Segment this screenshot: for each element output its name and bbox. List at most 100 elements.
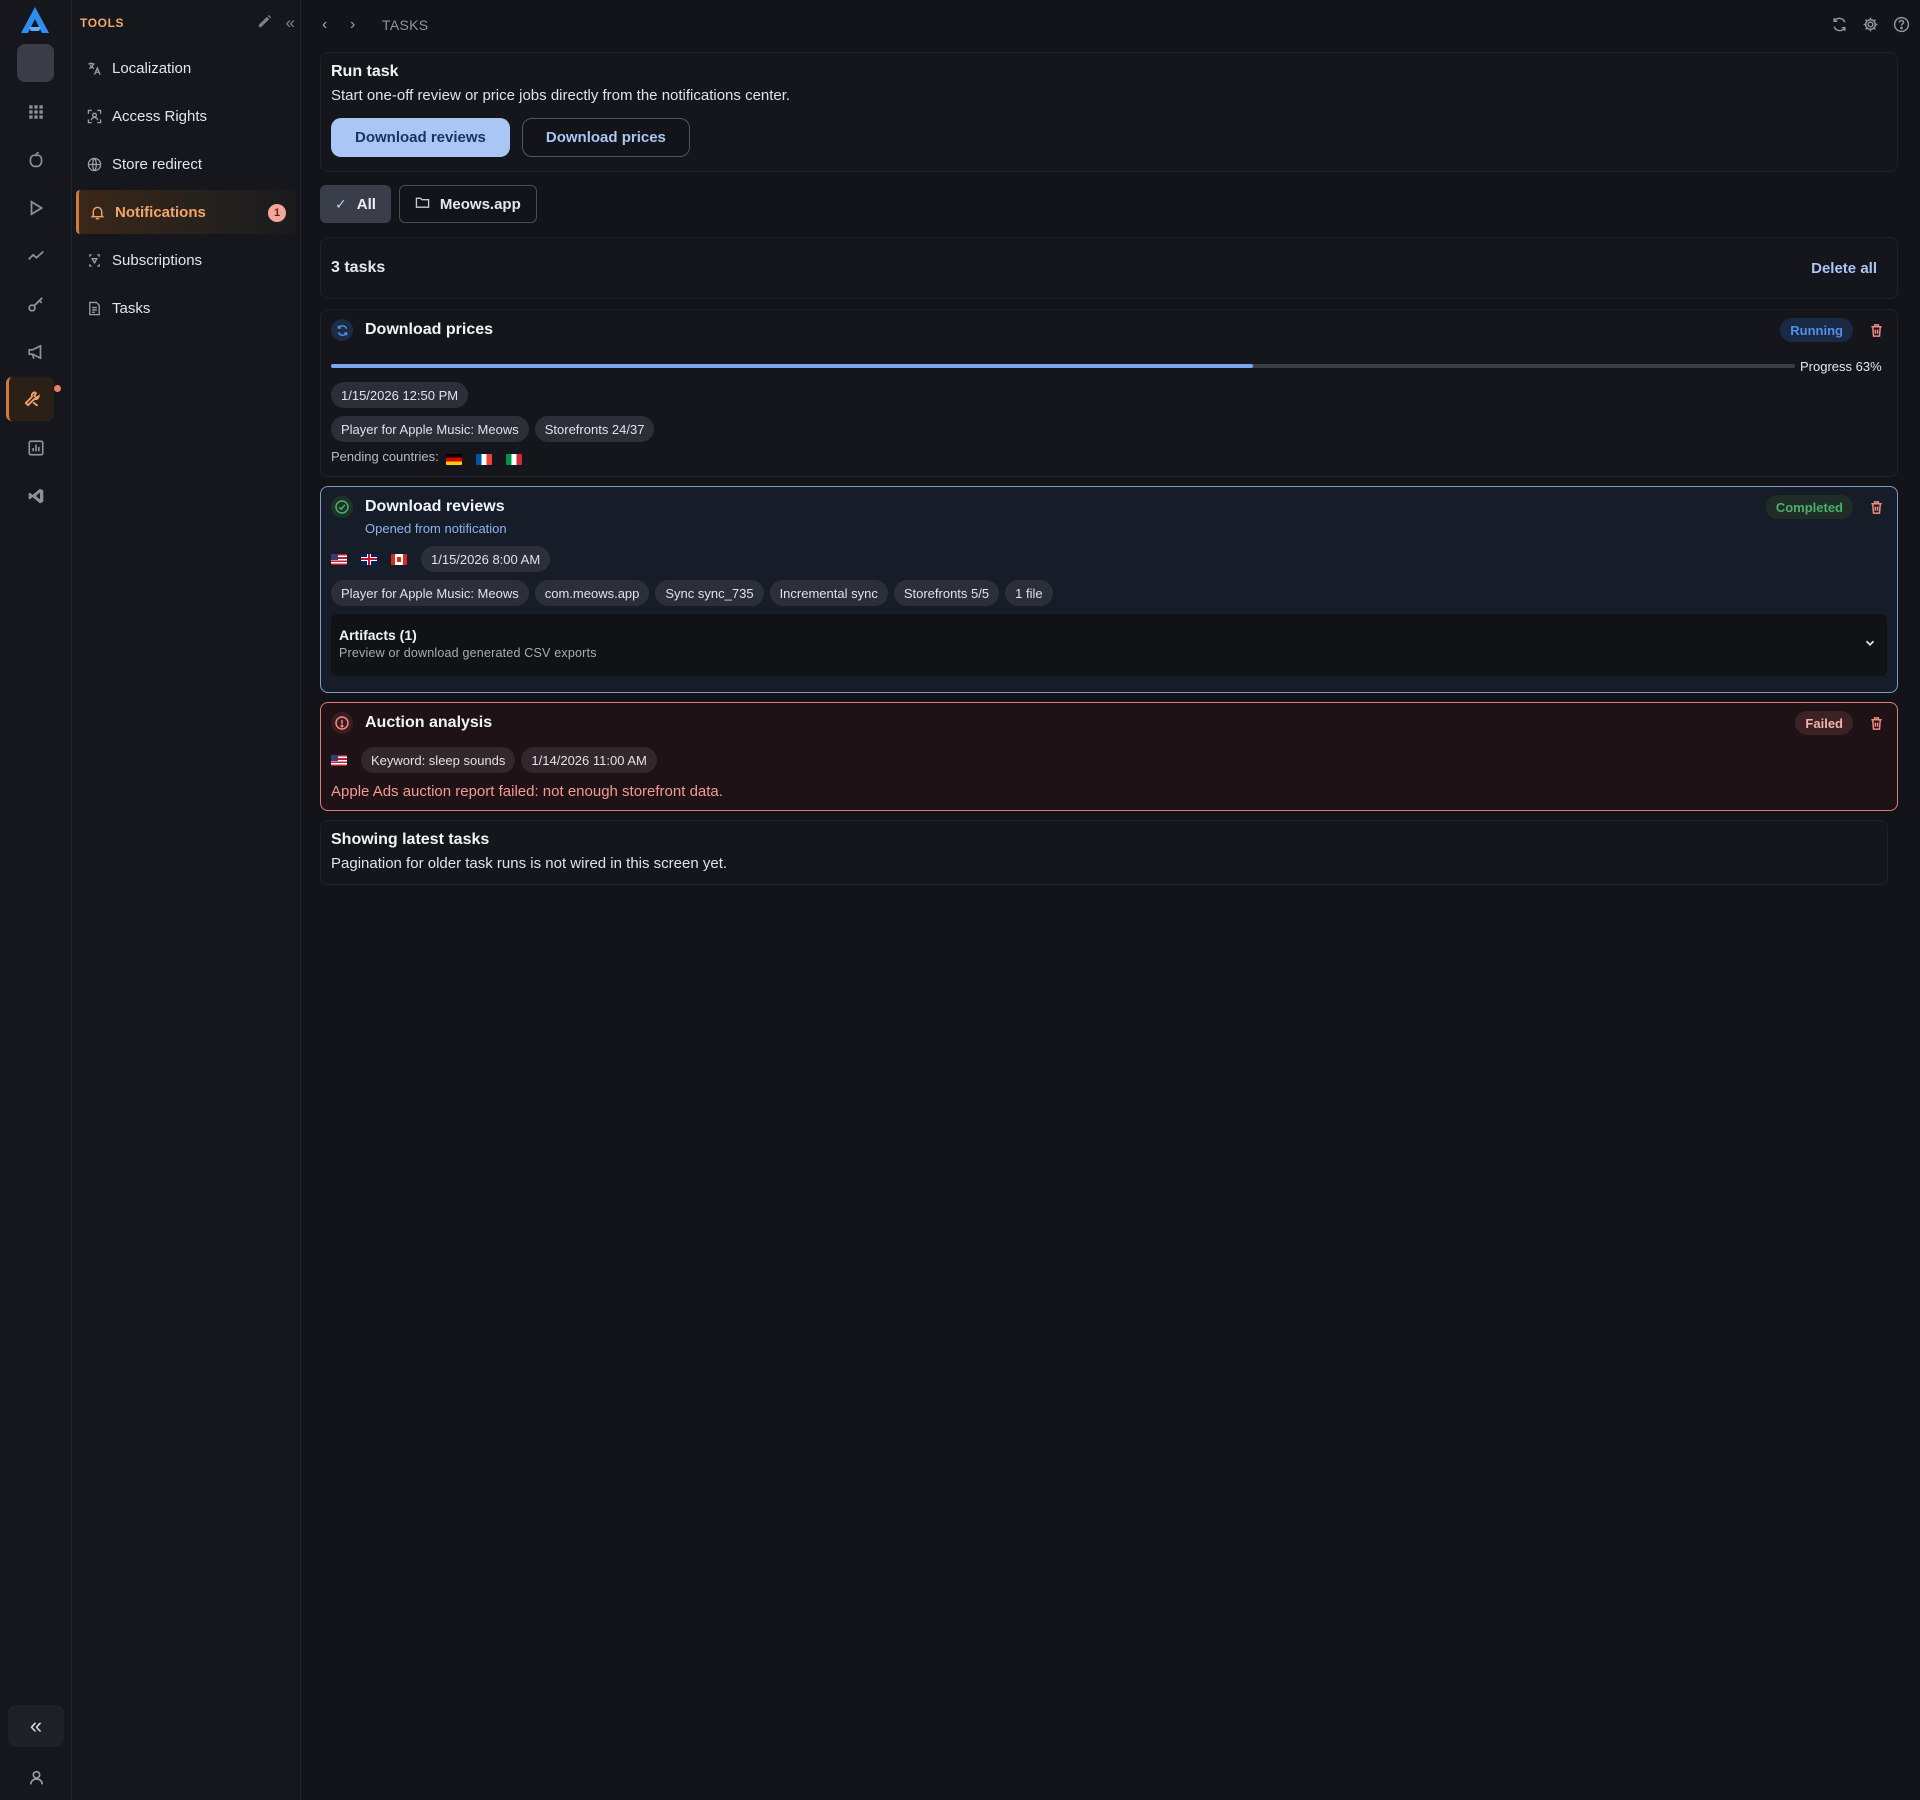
task-card-download-prices[interactable]: Download prices Running Progress 63% 1/1… xyxy=(320,309,1898,477)
sidebar-item-subscriptions[interactable]: Subscriptions xyxy=(76,238,296,282)
globe-icon xyxy=(86,156,102,172)
tools-icon[interactable] xyxy=(6,377,54,421)
storefronts-pill: Storefronts 5/5 xyxy=(893,580,1000,606)
task-card-download-reviews[interactable]: Download reviews Completed Opened from n… xyxy=(320,486,1898,693)
sidebar-item-label: Tasks xyxy=(112,299,151,317)
sync-type-pill: Incremental sync xyxy=(769,580,888,606)
panel-title: TOOLS xyxy=(80,16,125,30)
vscode-icon[interactable] xyxy=(14,475,58,517)
translate-icon xyxy=(86,60,102,76)
tools-panel: TOOLS « Localization Access Rights Store… xyxy=(72,0,301,1800)
sidebar-item-notifications[interactable]: Notifications 1 xyxy=(76,190,296,234)
bell-icon xyxy=(89,204,105,220)
collapse-rail-button[interactable]: « xyxy=(8,1705,64,1747)
storefronts-pill: Storefronts 24/37 xyxy=(534,416,655,442)
date-pill: 1/15/2026 8:00 AM xyxy=(421,546,551,572)
task-title: Auction analysis xyxy=(365,714,493,731)
sync-icon xyxy=(331,319,353,341)
play-icon[interactable] xyxy=(14,187,58,229)
megaphone-icon[interactable] xyxy=(14,331,58,373)
status-badge: Failed xyxy=(1795,711,1853,735)
delete-all-button[interactable]: Delete all xyxy=(1811,260,1877,277)
status-badge: Running xyxy=(1780,318,1853,342)
sidebar-item-label: Localization xyxy=(112,59,192,77)
info-text: Pagination for older task runs is not wi… xyxy=(331,855,728,872)
top-bar: ‹ › TASKS xyxy=(302,0,1920,50)
date-pill: 1/15/2026 12:50 PM xyxy=(331,382,469,408)
workspace-avatar[interactable] xyxy=(17,44,54,82)
tasks-count: 3 tasks xyxy=(331,259,386,276)
check-icon: ✓ xyxy=(335,195,347,212)
progress-bar: Progress 63% xyxy=(331,356,1887,376)
date-pill: 1/14/2026 11:00 AM xyxy=(521,747,657,773)
subscriptions-icon xyxy=(86,252,102,268)
tasks-count-bar: 3 tasks Delete all xyxy=(320,237,1898,299)
apple-icon[interactable] xyxy=(14,139,58,181)
collapse-panel-icon[interactable]: « xyxy=(286,13,295,33)
sidebar-item-label: Subscriptions xyxy=(112,251,203,269)
tasks-icon xyxy=(86,300,102,316)
download-prices-button[interactable]: Download prices xyxy=(521,118,690,157)
chart-icon[interactable] xyxy=(14,427,58,469)
artifacts-title: Artifacts (1) xyxy=(339,627,417,643)
keyword-pill: Keyword: sleep sounds xyxy=(361,747,516,773)
icon-rail: « xyxy=(0,0,72,1800)
notification-dot xyxy=(54,385,61,392)
breadcrumb: TASKS xyxy=(382,17,429,33)
trash-icon[interactable] xyxy=(1865,319,1887,341)
back-icon[interactable]: ‹ xyxy=(322,16,336,34)
progress-label: Progress 63% xyxy=(1800,358,1882,374)
sidebar-item-access-rights[interactable]: Access Rights xyxy=(76,94,296,138)
pending-countries: Pending countries: xyxy=(331,448,1887,465)
artifacts-accordion[interactable]: Artifacts (1) Preview or download genera… xyxy=(331,614,1887,676)
app-logo[interactable] xyxy=(19,5,51,35)
sidebar-item-localization[interactable]: Localization xyxy=(76,46,296,90)
app-pill: Player for Apple Music: Meows xyxy=(331,580,529,606)
help-icon[interactable] xyxy=(1893,16,1910,37)
flag-de-icon xyxy=(445,454,462,465)
progress-fill xyxy=(331,364,1254,368)
gear-icon[interactable] xyxy=(1862,16,1879,37)
filter-app[interactable]: Meows.app xyxy=(398,185,537,223)
filter-app-label: Meows.app xyxy=(439,195,521,213)
flag-it-icon xyxy=(505,454,522,465)
user-icon[interactable] xyxy=(22,1763,50,1791)
refresh-icon[interactable] xyxy=(1831,16,1848,37)
run-task-card: Run task Start one-off review or price j… xyxy=(320,52,1898,172)
task-filters: ✓ All Meows.app xyxy=(320,185,537,223)
flag-gb-icon xyxy=(361,553,377,565)
filter-all[interactable]: ✓ All xyxy=(320,185,391,223)
task-card-auction-analysis[interactable]: Auction analysis Failed Keyword: sleep s… xyxy=(320,702,1898,811)
chevron-down-icon[interactable] xyxy=(1863,636,1877,654)
trash-icon[interactable] xyxy=(1865,496,1887,518)
grid-icon[interactable] xyxy=(14,91,58,133)
flag-us-icon xyxy=(331,553,347,565)
filter-all-label: All xyxy=(356,195,376,213)
sync-pill: Sync sync_735 xyxy=(655,580,764,606)
folder-icon xyxy=(415,195,430,213)
main-content: ‹ › TASKS Run task Start one-off review … xyxy=(302,0,1920,1800)
forward-icon[interactable]: › xyxy=(350,16,364,34)
artifacts-subtitle: Preview or download generated CSV export… xyxy=(339,646,597,660)
opened-from-notification: Opened from notification xyxy=(365,521,507,536)
download-reviews-button[interactable]: Download reviews xyxy=(331,118,510,157)
flag-us-icon xyxy=(331,754,347,766)
bundle-pill: com.meows.app xyxy=(534,580,650,606)
task-title: Download prices xyxy=(365,321,494,338)
sidebar-item-store-redirect[interactable]: Store redirect xyxy=(76,142,296,186)
alert-circle-icon xyxy=(331,712,353,734)
run-task-subtitle: Start one-off review or price jobs direc… xyxy=(331,87,791,104)
sidebar-item-tasks[interactable]: Tasks xyxy=(76,286,296,330)
trash-icon[interactable] xyxy=(1865,712,1887,734)
trend-icon[interactable] xyxy=(14,235,58,277)
task-title: Download reviews xyxy=(365,498,505,515)
error-message: Apple Ads auction report failed: not eno… xyxy=(331,783,723,800)
edit-icon[interactable] xyxy=(257,14,272,32)
notifications-badge: 1 xyxy=(268,204,286,222)
info-title: Showing latest tasks xyxy=(331,831,490,848)
key-icon[interactable] xyxy=(14,283,58,325)
app-pill: Player for Apple Music: Meows xyxy=(331,416,529,442)
sidebar-item-label: Store redirect xyxy=(112,155,203,173)
run-task-title: Run task xyxy=(331,63,399,80)
access-icon xyxy=(86,108,102,124)
